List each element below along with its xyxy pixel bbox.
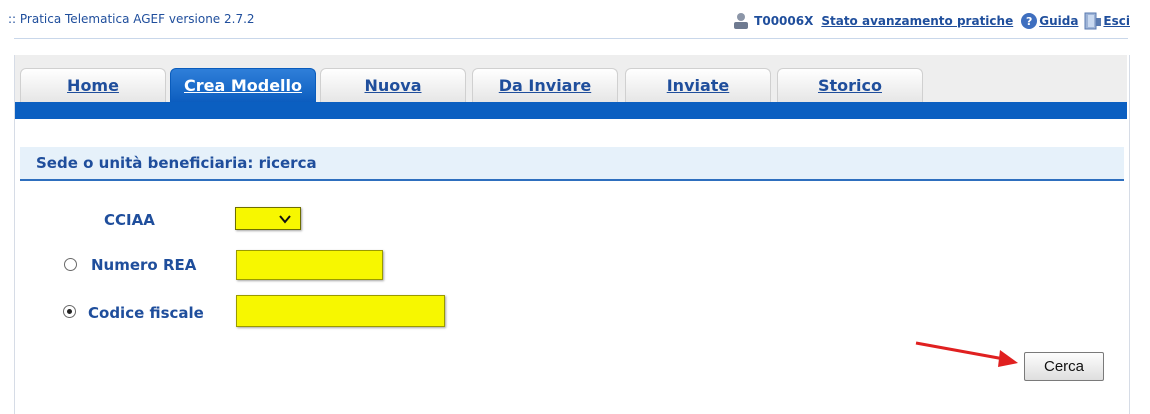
chevron-down-icon: [279, 215, 291, 224]
codice-fiscale-radio[interactable]: [63, 305, 76, 318]
tab-crea-modello[interactable]: Crea Modello: [170, 68, 316, 102]
top-links: T00006X Stato avanzamento pratiche ? Gui…: [730, 8, 1130, 34]
numero-rea-label: Numero REA: [91, 256, 197, 274]
user-id: T00006X: [754, 14, 814, 28]
cciaa-label: CCIAA: [104, 211, 155, 229]
numero-rea-radio[interactable]: [64, 258, 77, 271]
tab-nuova[interactable]: Nuova: [320, 68, 466, 102]
section-title-text: Sede o unità beneficiaria: ricerca: [36, 154, 317, 172]
stato-avanzamento-link[interactable]: Stato avanzamento pratiche: [821, 14, 1013, 28]
cciaa-select[interactable]: [235, 207, 301, 230]
tab-da-inviare[interactable]: Da Inviare: [472, 68, 618, 102]
numero-rea-input[interactable]: [236, 250, 383, 280]
section-title: Sede o unità beneficiaria: ricerca: [20, 147, 1124, 181]
app-title: :: Pratica Telematica AGEF versione 2.7.…: [8, 12, 255, 26]
user-icon: [732, 12, 750, 30]
tab-storico[interactable]: Storico: [777, 68, 923, 102]
tab-home[interactable]: Home: [20, 68, 166, 102]
red-arrow-icon: [915, 341, 1018, 367]
exit-icon[interactable]: [1084, 12, 1102, 30]
help-icon[interactable]: ?: [1021, 13, 1038, 29]
header-divider: [14, 38, 1128, 39]
search-button[interactable]: Cerca: [1024, 352, 1104, 381]
codice-fiscale-label: Codice fiscale: [88, 304, 204, 322]
guida-link[interactable]: Guida: [1039, 14, 1078, 28]
esci-link[interactable]: Esci: [1103, 14, 1130, 28]
tab-inviate[interactable]: Inviate: [625, 68, 771, 102]
tab-underline-bar: [15, 102, 1127, 119]
codice-fiscale-input[interactable]: [236, 295, 445, 327]
